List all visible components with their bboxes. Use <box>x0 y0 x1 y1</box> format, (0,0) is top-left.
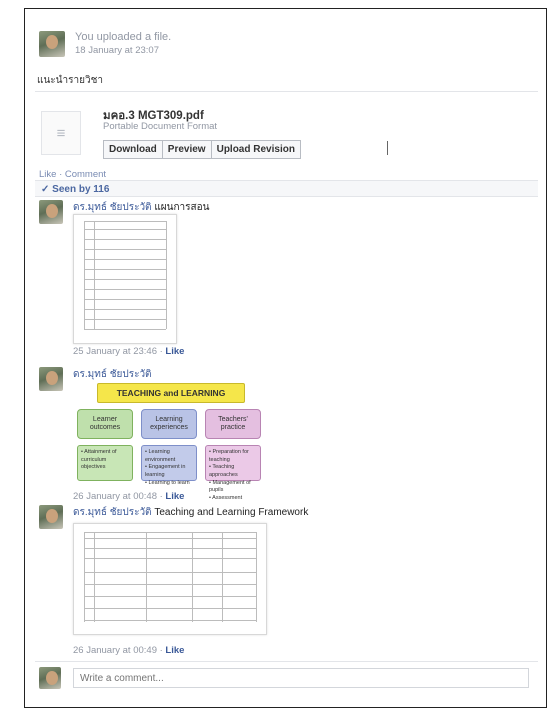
comment: ดร.มุทธ์ ชัยประวัติ Teaching and Learnin… <box>39 505 519 656</box>
like-link[interactable]: Like <box>165 491 184 502</box>
document-icon: ≡ <box>41 111 81 155</box>
practice-list: • Preparation for teaching • Teaching ap… <box>205 445 261 501</box>
avatar[interactable] <box>39 200 63 224</box>
post-header: You uploaded a file. 18 January at 23:07 <box>39 31 171 57</box>
file-type: Portable Document Format <box>103 121 218 132</box>
avatar <box>39 667 61 689</box>
experiences-list: • Learning environment • Engagement in l… <box>141 445 197 486</box>
comment-input[interactable] <box>73 668 529 688</box>
avatar[interactable] <box>39 31 65 57</box>
comment-timestamp[interactable]: 26 January at 00:49 · <box>73 645 165 656</box>
comment: ดร.มุทธ์ ชัยประวัติ แผนการสอน 25 January… <box>39 200 519 360</box>
divider <box>35 661 538 662</box>
divider <box>35 91 538 92</box>
download-button[interactable]: Download <box>104 141 163 158</box>
comment-text: Teaching and Learning Framework <box>154 507 309 518</box>
post-card: You uploaded a file. 18 January at 23:07… <box>24 8 547 708</box>
comment-timestamp[interactable]: 26 January at 00:48 · <box>73 491 165 502</box>
post-header-text: You uploaded a file. <box>75 31 172 43</box>
attachment-thumbnail[interactable] <box>73 523 267 635</box>
file-actions: Download Preview Upload Revision <box>103 140 301 159</box>
learner-outcomes-box: Learner outcomes <box>77 409 133 439</box>
comment-author[interactable]: ดร.มุทธ์ ชัยประวัติ <box>73 507 152 518</box>
attachment-thumbnail[interactable] <box>73 214 177 344</box>
learning-experiences-box: Learning experiences <box>141 409 197 439</box>
text-cursor <box>387 141 388 155</box>
comment: ดร.มุทธ์ ชัยประวัติ TEACHING and LEARNIN… <box>39 367 519 502</box>
like-link[interactable]: Like <box>165 645 184 656</box>
comment-timestamp[interactable]: 25 January at 23:46 · <box>73 346 165 357</box>
diagram-title: TEACHING and LEARNING <box>97 383 245 403</box>
teachers-practice-box: Teachers' practice <box>205 409 261 439</box>
seen-count[interactable]: ✓ Seen by 116 <box>41 184 109 195</box>
upload-revision-button[interactable]: Upload Revision <box>211 141 300 158</box>
like-link[interactable]: Like <box>165 346 184 357</box>
comment-author[interactable]: ดร.มุทธ์ ชัยประวัติ <box>73 202 152 213</box>
file-attachment: ≡ มคอ.3 MGT309.pdf Portable Document For… <box>41 107 529 165</box>
teaching-learning-diagram[interactable]: TEACHING and LEARNING Learner outcomes L… <box>73 381 265 501</box>
avatar[interactable] <box>39 505 63 529</box>
seen-bar: ✓ Seen by 116 <box>35 180 538 197</box>
comment-text: แผนการสอน <box>154 202 210 213</box>
post-timestamp[interactable]: 18 January at 23:07 <box>75 45 171 56</box>
preview-button[interactable]: Preview <box>162 141 212 158</box>
outcomes-list: • Attainment of curriculum objectives <box>77 445 133 481</box>
avatar[interactable] <box>39 367 63 391</box>
comment-author[interactable]: ดร.มุทธ์ ชัยประวัติ <box>73 369 152 380</box>
post-body: แนะนำรายวิชา <box>37 75 103 86</box>
like-comment-links[interactable]: Like · Comment <box>39 169 106 180</box>
comment-composer <box>39 667 539 695</box>
